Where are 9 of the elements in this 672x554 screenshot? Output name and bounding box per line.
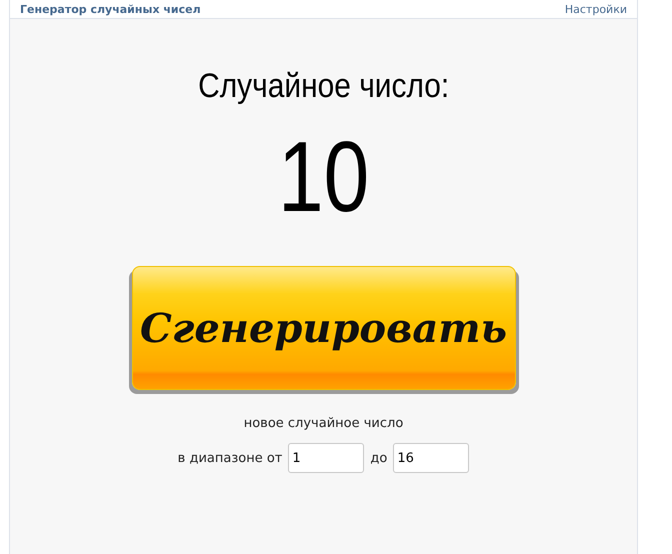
settings-link[interactable]: Настройки (564, 2, 627, 16)
caption-text: новое случайное число (244, 416, 404, 431)
random-number: 10 (278, 122, 370, 232)
range-from-label: в диапазоне от (178, 450, 282, 466)
app-title: Генератор случайных чисел (20, 2, 201, 16)
result-label: Случайное число: (198, 67, 450, 106)
from-input[interactable]: 1 (288, 443, 364, 473)
range-to-label: до (370, 450, 388, 466)
to-input[interactable]: 16 (393, 443, 470, 473)
